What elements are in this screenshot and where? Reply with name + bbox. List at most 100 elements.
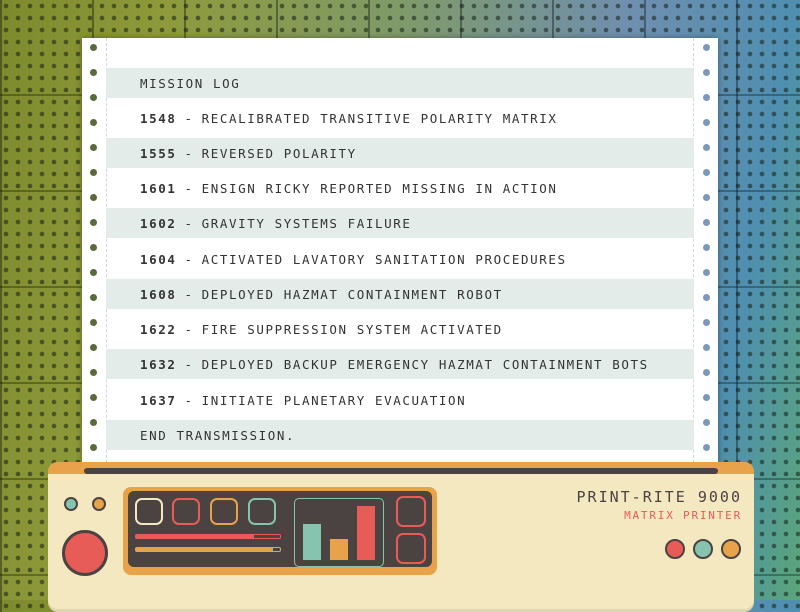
entry-separator: - <box>184 286 194 302</box>
perforation-hole <box>90 419 97 426</box>
status-led-teal <box>64 497 78 511</box>
panel-button-cream[interactable] <box>135 498 163 525</box>
entry-time: 1602 <box>140 215 177 231</box>
perforation-hole <box>703 294 710 301</box>
perforation-hole <box>703 169 710 176</box>
log-title-text: MISSION LOG <box>140 75 241 91</box>
perforation-hole <box>703 444 710 451</box>
log-entry: 1608 - DEPLOYED HAZMAT CONTAINMENT ROBOT <box>106 279 694 309</box>
log-footer-text: END TRANSMISSION. <box>140 427 296 443</box>
perforation-hole <box>90 319 97 326</box>
entry-time: 1608 <box>140 286 177 302</box>
log-entry: 1632 - DEPLOYED BACKUP EMERGENCY HAZMAT … <box>106 349 694 379</box>
entry-text: INITIATE PLANETARY EVACUATION <box>201 392 467 408</box>
entry-separator: - <box>184 251 194 267</box>
entry-text: ENSIGN RICKY REPORTED MISSING IN ACTION <box>201 180 558 196</box>
entry-time: 1622 <box>140 321 177 337</box>
entry-text: RECALIBRATED TRANSITIVE POLARITY MATRIX <box>201 110 558 126</box>
knob-orange[interactable] <box>721 539 741 559</box>
progress-track-orange <box>135 547 281 552</box>
level-bar-orange <box>330 539 348 560</box>
perforation-hole <box>703 244 710 251</box>
perforation-hole <box>90 244 97 251</box>
perforation-hole <box>90 394 97 401</box>
panel-button-teal[interactable] <box>248 498 276 525</box>
level-bar-red <box>357 506 375 560</box>
entry-text: FIRE SUPPRESSION SYSTEM ACTIVATED <box>201 321 503 337</box>
entry-separator: - <box>184 392 194 408</box>
panel-button-orange[interactable] <box>210 498 238 525</box>
perforation-hole <box>703 119 710 126</box>
entry-text: REVERSED POLARITY <box>201 145 357 161</box>
perforation-hole <box>703 269 710 276</box>
entry-time: 1555 <box>140 145 177 161</box>
perforation-hole <box>703 319 710 326</box>
entry-text: DEPLOYED HAZMAT CONTAINMENT ROBOT <box>201 286 503 302</box>
entry-separator: - <box>184 145 194 161</box>
matrix-printer: PRINT-RITE 9000 MATRIX PRINTER <box>48 462 754 612</box>
level-display <box>294 498 384 567</box>
perforation-hole <box>90 344 97 351</box>
entry-text: DEPLOYED BACKUP EMERGENCY HAZMAT CONTAIN… <box>201 356 649 372</box>
perforation-hole <box>90 44 97 51</box>
panel-button-red-bottom[interactable] <box>396 533 426 564</box>
panel-button-red-top[interactable] <box>396 496 426 527</box>
log-entry: 1604 - ACTIVATED LAVATORY SANITATION PRO… <box>106 244 694 274</box>
log-entry: 1622 - FIRE SUPPRESSION SYSTEM ACTIVATED <box>106 314 694 344</box>
log-footer: END TRANSMISSION. <box>106 420 694 450</box>
log-entry: 1637 - INITIATE PLANETARY EVACUATION <box>106 385 694 415</box>
perforation-hole <box>90 169 97 176</box>
log-entry: 1555 - REVERSED POLARITY <box>106 138 694 168</box>
progress-fill-orange <box>136 548 273 551</box>
entry-time: 1548 <box>140 110 177 126</box>
entry-separator: - <box>184 180 194 196</box>
status-led-orange <box>92 497 106 511</box>
perforation-hole <box>703 44 710 51</box>
perforation-hole <box>703 144 710 151</box>
power-button[interactable] <box>62 530 108 576</box>
panel-button-red[interactable] <box>172 498 200 525</box>
perforation-hole <box>703 194 710 201</box>
perforation-hole <box>90 194 97 201</box>
mission-log: MISSION LOG 1548 - RECALIBRATED TRANSITI… <box>106 38 694 478</box>
perforation-hole <box>703 94 710 101</box>
log-title: MISSION LOG <box>106 68 694 98</box>
control-panel <box>123 487 437 575</box>
perforation-hole <box>703 69 710 76</box>
perforation-hole <box>703 369 710 376</box>
paper-perforation-left <box>82 38 107 478</box>
level-bar-teal <box>303 524 321 560</box>
printer-branding: PRINT-RITE 9000 MATRIX PRINTER <box>577 488 742 522</box>
perforation-hole <box>90 144 97 151</box>
entry-text: GRAVITY SYSTEMS FAILURE <box>201 215 412 231</box>
entry-time: 1637 <box>140 392 177 408</box>
control-panel-face <box>128 491 432 567</box>
entry-time: 1604 <box>140 251 177 267</box>
brand-title: PRINT-RITE 9000 <box>576 488 742 506</box>
entry-separator: - <box>184 321 194 337</box>
printout-paper: MISSION LOG 1548 - RECALIBRATED TRANSITI… <box>82 38 718 478</box>
entry-separator: - <box>184 215 194 231</box>
perforation-hole <box>703 419 710 426</box>
perforation-hole <box>90 219 97 226</box>
paper-slot <box>84 468 718 474</box>
progress-track-red <box>135 534 281 539</box>
knob-teal[interactable] <box>693 539 713 559</box>
perforation-hole <box>703 344 710 351</box>
log-entry: 1602 - GRAVITY SYSTEMS FAILURE <box>106 208 694 238</box>
knob-red[interactable] <box>665 539 685 559</box>
perforation-hole <box>90 119 97 126</box>
entry-separator: - <box>184 110 194 126</box>
entry-separator: - <box>184 356 194 372</box>
perforation-hole <box>90 269 97 276</box>
log-entry: 1548 - RECALIBRATED TRANSITIVE POLARITY … <box>106 103 694 133</box>
perforation-hole <box>703 219 710 226</box>
perforation-hole <box>90 94 97 101</box>
entry-time: 1632 <box>140 356 177 372</box>
perforation-hole <box>90 444 97 451</box>
paper-perforation-right <box>693 38 718 478</box>
progress-fill-red <box>136 535 255 538</box>
log-entry: 1601 - ENSIGN RICKY REPORTED MISSING IN … <box>106 173 694 203</box>
perforation-hole <box>90 69 97 76</box>
entry-time: 1601 <box>140 180 177 196</box>
